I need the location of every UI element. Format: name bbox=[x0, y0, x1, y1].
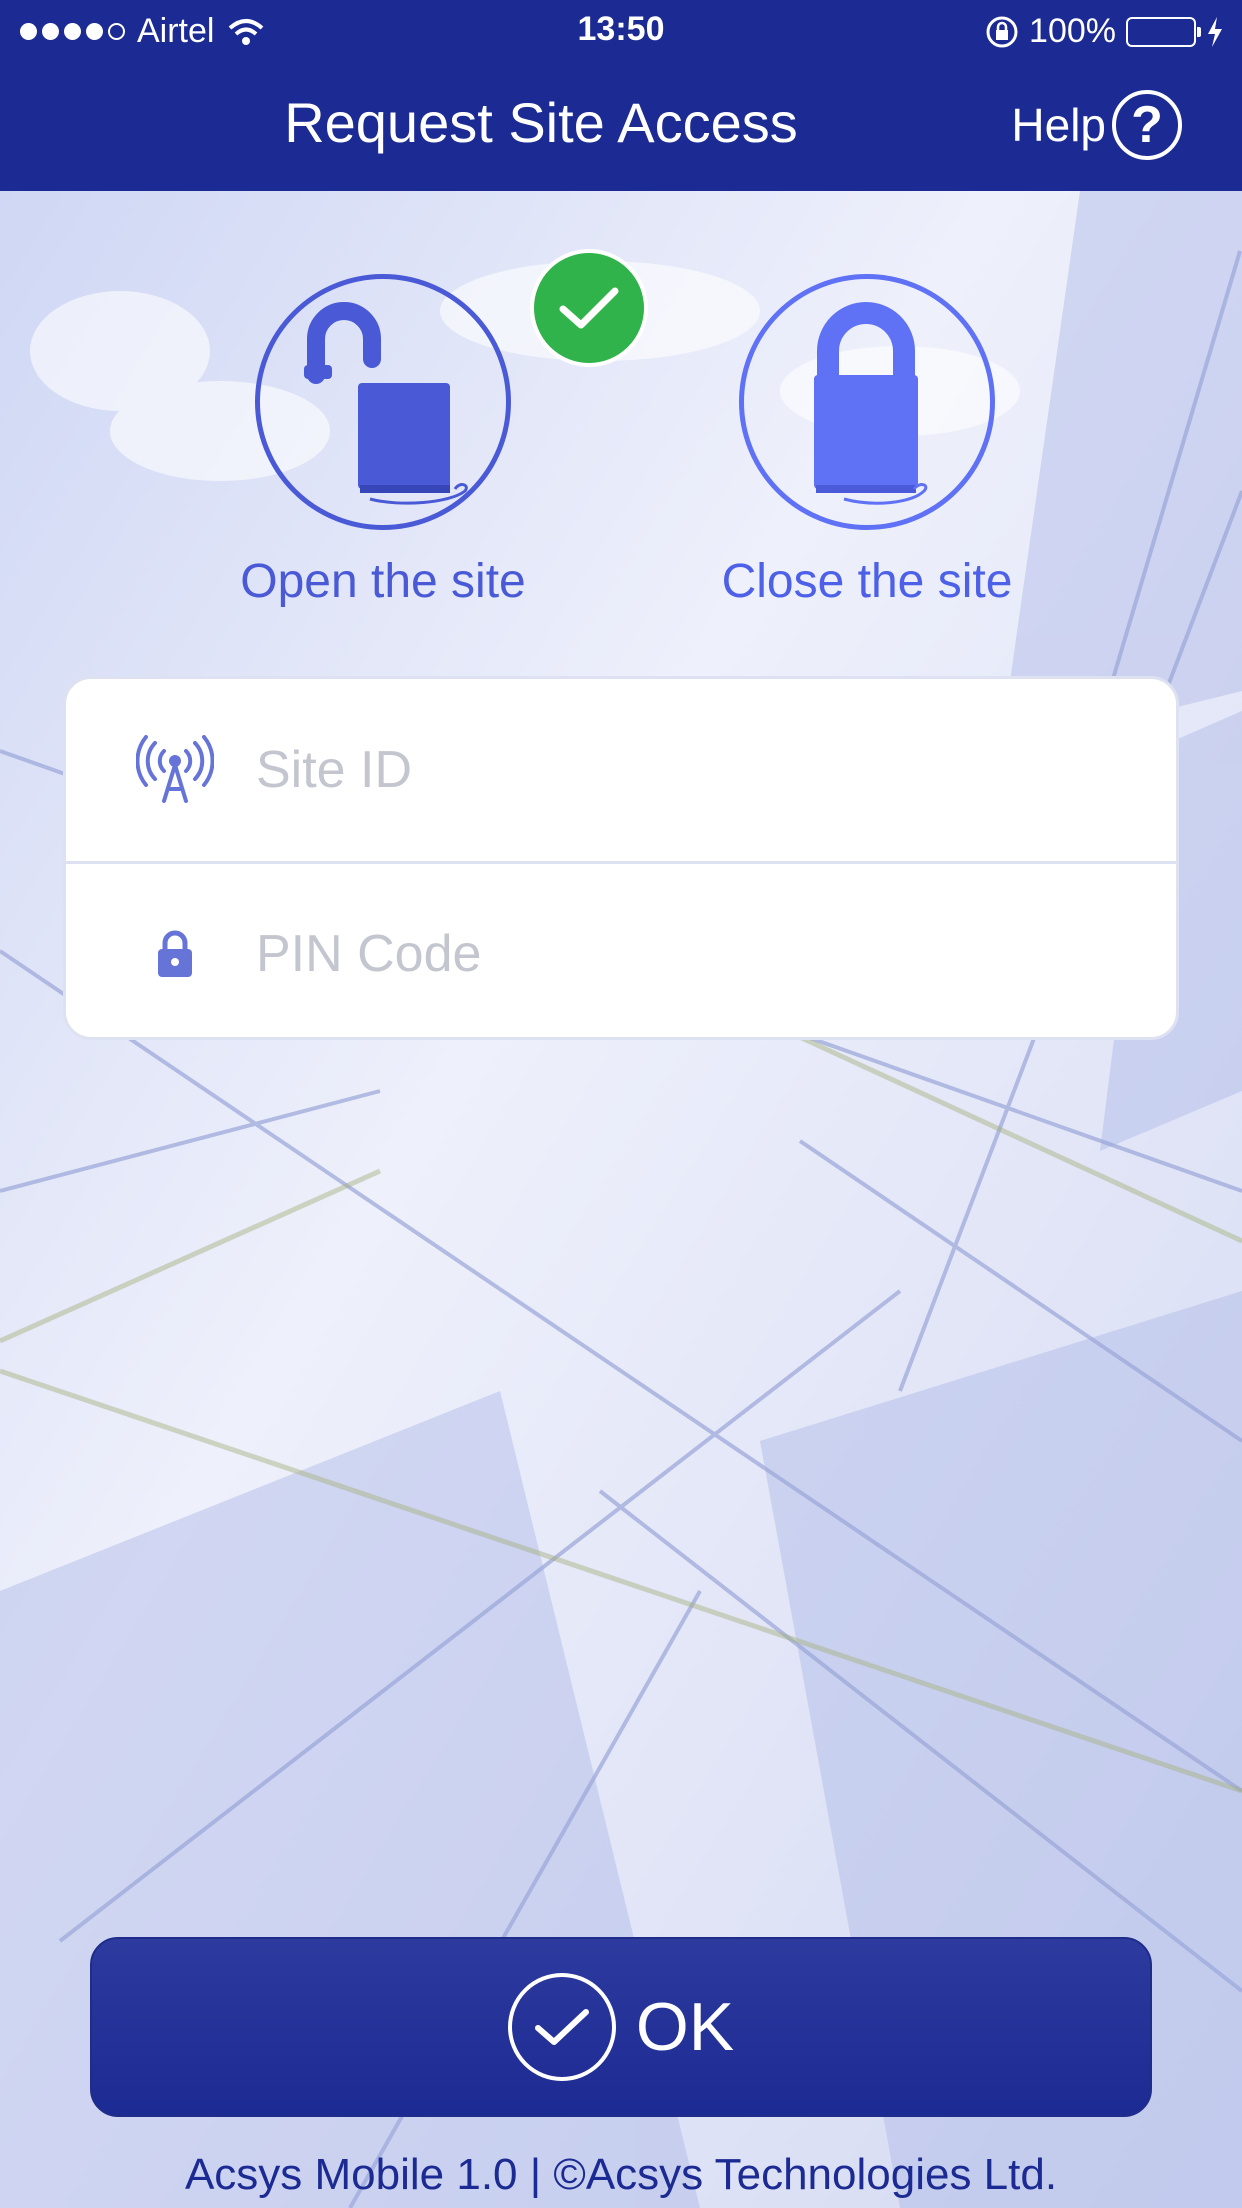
open-site-option[interactable]: Open the site bbox=[183, 249, 648, 609]
help-icon: ? bbox=[1112, 90, 1182, 160]
access-form bbox=[63, 676, 1179, 1040]
site-id-row[interactable] bbox=[66, 679, 1176, 861]
page-title: Request Site Access bbox=[284, 91, 798, 154]
selected-check-badge bbox=[530, 249, 648, 367]
close-lock-circle bbox=[739, 274, 995, 530]
open-lock-circle bbox=[255, 249, 648, 530]
check-icon bbox=[559, 287, 619, 329]
footer-copyright: Acsys Mobile 1.0 | ©Acsys Technologies L… bbox=[184, 2150, 1058, 2199]
charging-icon bbox=[1208, 16, 1222, 47]
site-id-input[interactable] bbox=[256, 740, 1136, 800]
status-right: 100% bbox=[985, 12, 1224, 51]
help-label: Help bbox=[1011, 99, 1106, 151]
lock-icon bbox=[136, 929, 246, 979]
closed-padlock-icon bbox=[814, 302, 928, 505]
ok-check-icon bbox=[507, 1973, 616, 2081]
pin-code-input[interactable] bbox=[256, 923, 1136, 984]
ok-button[interactable]: OK bbox=[90, 1937, 1152, 2117]
open-padlock-icon bbox=[304, 302, 468, 505]
battery-percent: 100% bbox=[1029, 12, 1116, 50]
battery-icon bbox=[1126, 16, 1201, 47]
antenna-icon bbox=[136, 735, 246, 805]
close-site-label: Close the site bbox=[721, 555, 1013, 608]
nav-bar: Request Site Access Help ? bbox=[0, 60, 1242, 191]
close-site-option[interactable]: Close the site bbox=[667, 274, 1067, 609]
help-button[interactable]: Help ? bbox=[1011, 90, 1182, 160]
ok-label: OK bbox=[635, 1989, 735, 2065]
open-site-label: Open the site bbox=[240, 555, 526, 608]
status-bar: Airtel 13:50 100% bbox=[0, 0, 1242, 60]
rotation-lock-icon bbox=[986, 16, 1018, 47]
pin-row[interactable] bbox=[66, 861, 1176, 1037]
